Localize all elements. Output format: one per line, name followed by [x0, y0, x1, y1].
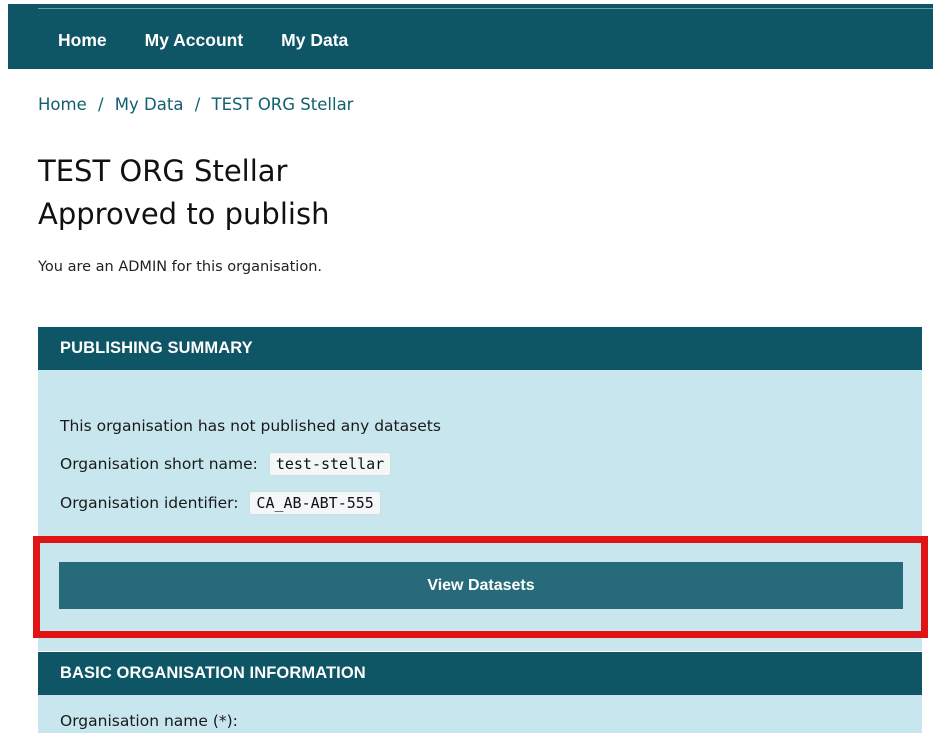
- nav-home[interactable]: Home: [58, 30, 107, 51]
- identifier-label: Organisation identifier:: [60, 494, 239, 512]
- role-text: You are an ADMIN for this organisation.: [38, 259, 322, 275]
- breadcrumb-home[interactable]: Home: [38, 95, 87, 114]
- top-navbar: Home My Account My Data: [8, 0, 933, 69]
- short-name-label: Organisation short name:: [60, 455, 258, 473]
- publishing-summary-header: PUBLISHING SUMMARY: [38, 327, 922, 370]
- short-name-value: test-stellar: [268, 452, 392, 476]
- breadcrumb-my-data[interactable]: My Data: [115, 95, 184, 114]
- identifier-value: CA_AB-ABT-555: [249, 491, 381, 515]
- breadcrumb: Home / My Data / TEST ORG Stellar: [38, 95, 353, 114]
- identifier-row: Organisation identifier: CA_AB-ABT-555: [60, 491, 381, 515]
- page-title: TEST ORG Stellar Approved to publish: [38, 150, 638, 236]
- basic-info-header: BASIC ORGANISATION INFORMATION: [38, 652, 922, 695]
- nav-my-account[interactable]: My Account: [145, 30, 244, 51]
- nav-menu: Home My Account My Data: [58, 30, 386, 51]
- page-title-org: TEST ORG Stellar: [38, 154, 288, 188]
- view-datasets-button[interactable]: View Datasets: [59, 562, 903, 609]
- nav-my-data[interactable]: My Data: [281, 30, 348, 51]
- breadcrumb-separator: /: [97, 95, 104, 114]
- publish-status-text: This organisation has not published any …: [60, 417, 441, 435]
- page: Home My Account My Data Home / My Data /…: [0, 0, 933, 733]
- short-name-row: Organisation short name: test-stellar: [60, 452, 392, 476]
- page-title-status: Approved to publish: [38, 197, 330, 231]
- org-name-label: Organisation name (*):: [60, 712, 238, 730]
- breadcrumb-separator: /: [194, 95, 201, 114]
- breadcrumb-current[interactable]: TEST ORG Stellar: [212, 95, 354, 114]
- navbar-divider: [38, 8, 933, 9]
